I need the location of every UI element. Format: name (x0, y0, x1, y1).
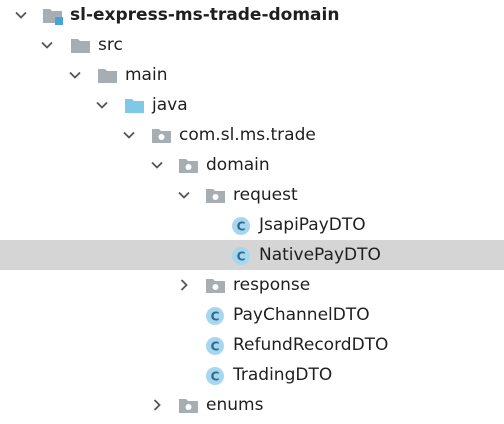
chevron-down-icon[interactable] (122, 128, 136, 142)
chevron-down-icon[interactable] (95, 98, 109, 112)
folder-icon (70, 36, 90, 54)
tree-label: sl-express-ms-trade-domain (70, 5, 340, 25)
tree-row-refundrecorddto[interactable]: C RefundRecordDTO (0, 330, 504, 360)
tree-row-response[interactable]: response (0, 270, 504, 300)
tree-row-main[interactable]: main (0, 60, 504, 90)
tree-label: java (152, 95, 188, 115)
tree-label: PayChannelDTO (233, 305, 370, 325)
project-tree: sl-express-ms-trade-domain src main java (0, 0, 504, 424)
chevron-right-icon[interactable] (177, 278, 191, 292)
class-icon-letter: C (211, 340, 220, 354)
chevron-down-icon[interactable] (40, 38, 54, 52)
module-folder-icon (42, 6, 63, 25)
tree-label: request (233, 185, 298, 205)
tree-row-nativepaydto[interactable]: C NativePayDTO (0, 240, 504, 270)
class-icon: C (231, 246, 251, 265)
class-icon: C (205, 336, 225, 355)
tree-label: response (233, 275, 311, 295)
folder-icon (97, 66, 117, 84)
tree-row-jsapipaydto[interactable]: C JsapiPayDTO (0, 210, 504, 240)
tree-label: src (98, 35, 123, 55)
tree-label: main (125, 65, 168, 85)
package-icon (178, 156, 198, 174)
tree-row-project[interactable]: sl-express-ms-trade-domain (0, 0, 504, 30)
tree-label: NativePayDTO (259, 245, 381, 265)
tree-label: RefundRecordDTO (233, 335, 389, 355)
tree-row-src[interactable]: src (0, 30, 504, 60)
chevron-right-icon[interactable] (150, 398, 164, 412)
chevron-down-icon[interactable] (68, 68, 82, 82)
class-icon-letter: C (211, 370, 220, 384)
class-icon: C (231, 216, 251, 235)
tree-row-enums[interactable]: enums (0, 390, 504, 420)
source-root-folder-icon (124, 96, 144, 114)
tree-label: com.sl.ms.trade (179, 125, 316, 145)
class-icon-letter: C (211, 310, 220, 324)
chevron-down-icon[interactable] (150, 158, 164, 172)
chevron-down-icon[interactable] (14, 8, 28, 22)
tree-label: domain (206, 155, 270, 175)
tree-label: TradingDTO (233, 365, 333, 385)
tree-row-domain[interactable]: domain (0, 150, 504, 180)
package-icon (205, 186, 225, 204)
class-icon: C (205, 366, 225, 385)
package-icon (151, 126, 171, 144)
tree-label: JsapiPayDTO (259, 215, 366, 235)
package-icon (205, 276, 225, 294)
tree-row-java[interactable]: java (0, 90, 504, 120)
tree-row-tradingdto[interactable]: C TradingDTO (0, 360, 504, 390)
tree-row-package[interactable]: com.sl.ms.trade (0, 120, 504, 150)
package-icon (178, 396, 198, 414)
tree-row-paychanneldto[interactable]: C PayChannelDTO (0, 300, 504, 330)
class-icon-letter: C (237, 250, 246, 264)
chevron-down-icon[interactable] (177, 188, 191, 202)
class-icon-letter: C (237, 220, 246, 234)
tree-label: enums (206, 395, 264, 415)
tree-row-request[interactable]: request (0, 180, 504, 210)
class-icon: C (205, 306, 225, 325)
